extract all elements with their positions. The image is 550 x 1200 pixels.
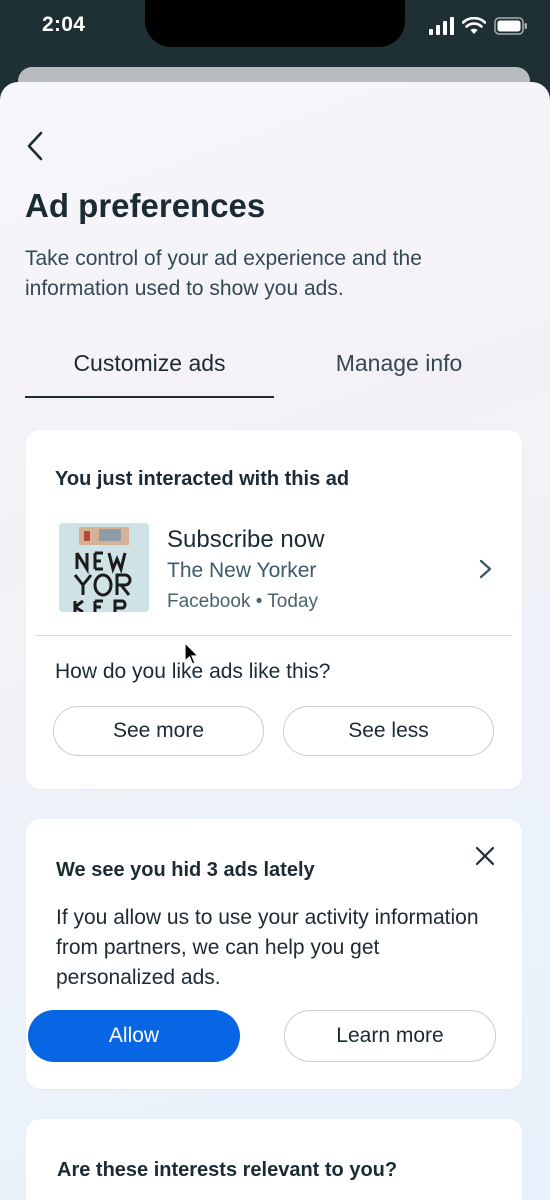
ad-advertiser: The New Yorker [167, 559, 317, 582]
interests-heading: Are these interests relevant to you? [57, 1159, 398, 1181]
allow-button[interactable]: Allow [28, 1010, 240, 1062]
recent-ad-card: You just interacted with this ad Subscri… [26, 430, 522, 789]
recent-ad-heading: You just interacted with this ad [55, 468, 350, 490]
status-bar: 2:04 [0, 0, 550, 68]
battery-icon [494, 17, 527, 35]
tab-customize-ads[interactable]: Customize ads [25, 350, 274, 398]
page-title: Ad preferences [25, 187, 266, 224]
ad-meta: Facebook • Today [167, 591, 319, 612]
ad-details-button[interactable] [474, 554, 498, 584]
learn-more-button[interactable]: Learn more [284, 1010, 496, 1062]
ad-thumbnail[interactable] [59, 523, 149, 612]
see-less-button[interactable]: See less [283, 706, 494, 756]
back-arrow-icon [27, 131, 43, 161]
signal-icon [429, 17, 454, 35]
close-icon [475, 846, 495, 866]
see-more-button[interactable]: See more [53, 706, 264, 756]
tab-label: Customize ads [73, 350, 226, 376]
dismiss-button[interactable] [474, 845, 496, 867]
wifi-icon [462, 17, 486, 34]
tab-manage-info[interactable]: Manage info [290, 350, 508, 396]
card-divider [36, 635, 512, 636]
status-icons [428, 17, 528, 35]
magazine-cover-image [59, 523, 149, 612]
ad-preferences-page: Ad preferences Take control of your ad e… [0, 82, 550, 1200]
interests-card: Are these interests relevant to you? [26, 1119, 522, 1200]
page-subtitle: Take control of your ad experience and t… [25, 247, 422, 300]
chevron-right-icon [479, 559, 492, 579]
tab-label: Manage info [335, 350, 463, 376]
ad-title: Subscribe now [167, 526, 325, 553]
device-notch [145, 0, 405, 47]
status-time: 2:04 [42, 13, 86, 36]
back-button[interactable] [18, 126, 52, 166]
hidden-ads-description: If you allow us to use your activity inf… [56, 906, 479, 989]
mouse-cursor-icon [184, 642, 200, 665]
hidden-ads-heading: We see you hid 3 ads lately [56, 859, 315, 881]
